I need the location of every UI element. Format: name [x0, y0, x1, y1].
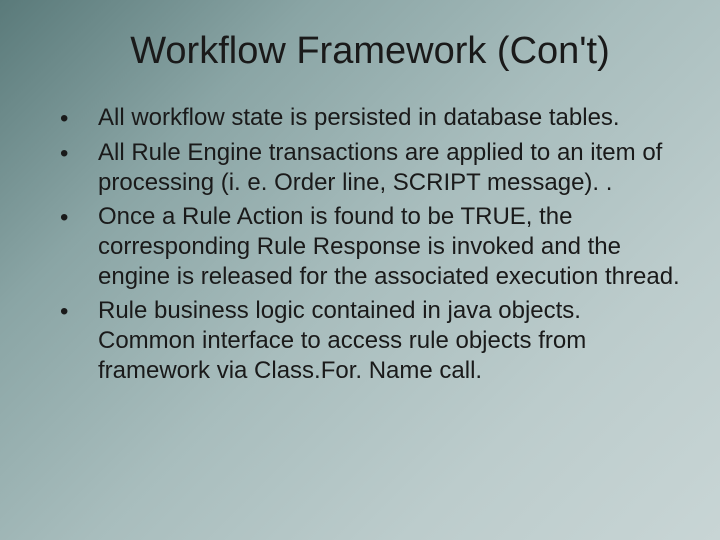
bullet-text: Once a Rule Action is found to be TRUE, …: [98, 202, 680, 292]
list-item: • Rule business logic contained in java …: [60, 296, 680, 386]
bullet-text: All workflow state is persisted in datab…: [98, 103, 680, 133]
list-item: • Once a Rule Action is found to be TRUE…: [60, 202, 680, 292]
bullet-text: Rule business logic contained in java ob…: [98, 296, 680, 386]
bullet-text: All Rule Engine transactions are applied…: [98, 138, 680, 198]
bullet-list: • All workflow state is persisted in dat…: [60, 103, 680, 386]
bullet-icon: •: [60, 103, 98, 134]
bullet-icon: •: [60, 138, 98, 169]
slide-title: Workflow Framework (Con't): [60, 30, 680, 73]
list-item: • All Rule Engine transactions are appli…: [60, 138, 680, 198]
slide: Workflow Framework (Con't) • All workflo…: [0, 0, 720, 540]
bullet-icon: •: [60, 296, 98, 327]
list-item: • All workflow state is persisted in dat…: [60, 103, 680, 134]
bullet-icon: •: [60, 202, 98, 233]
